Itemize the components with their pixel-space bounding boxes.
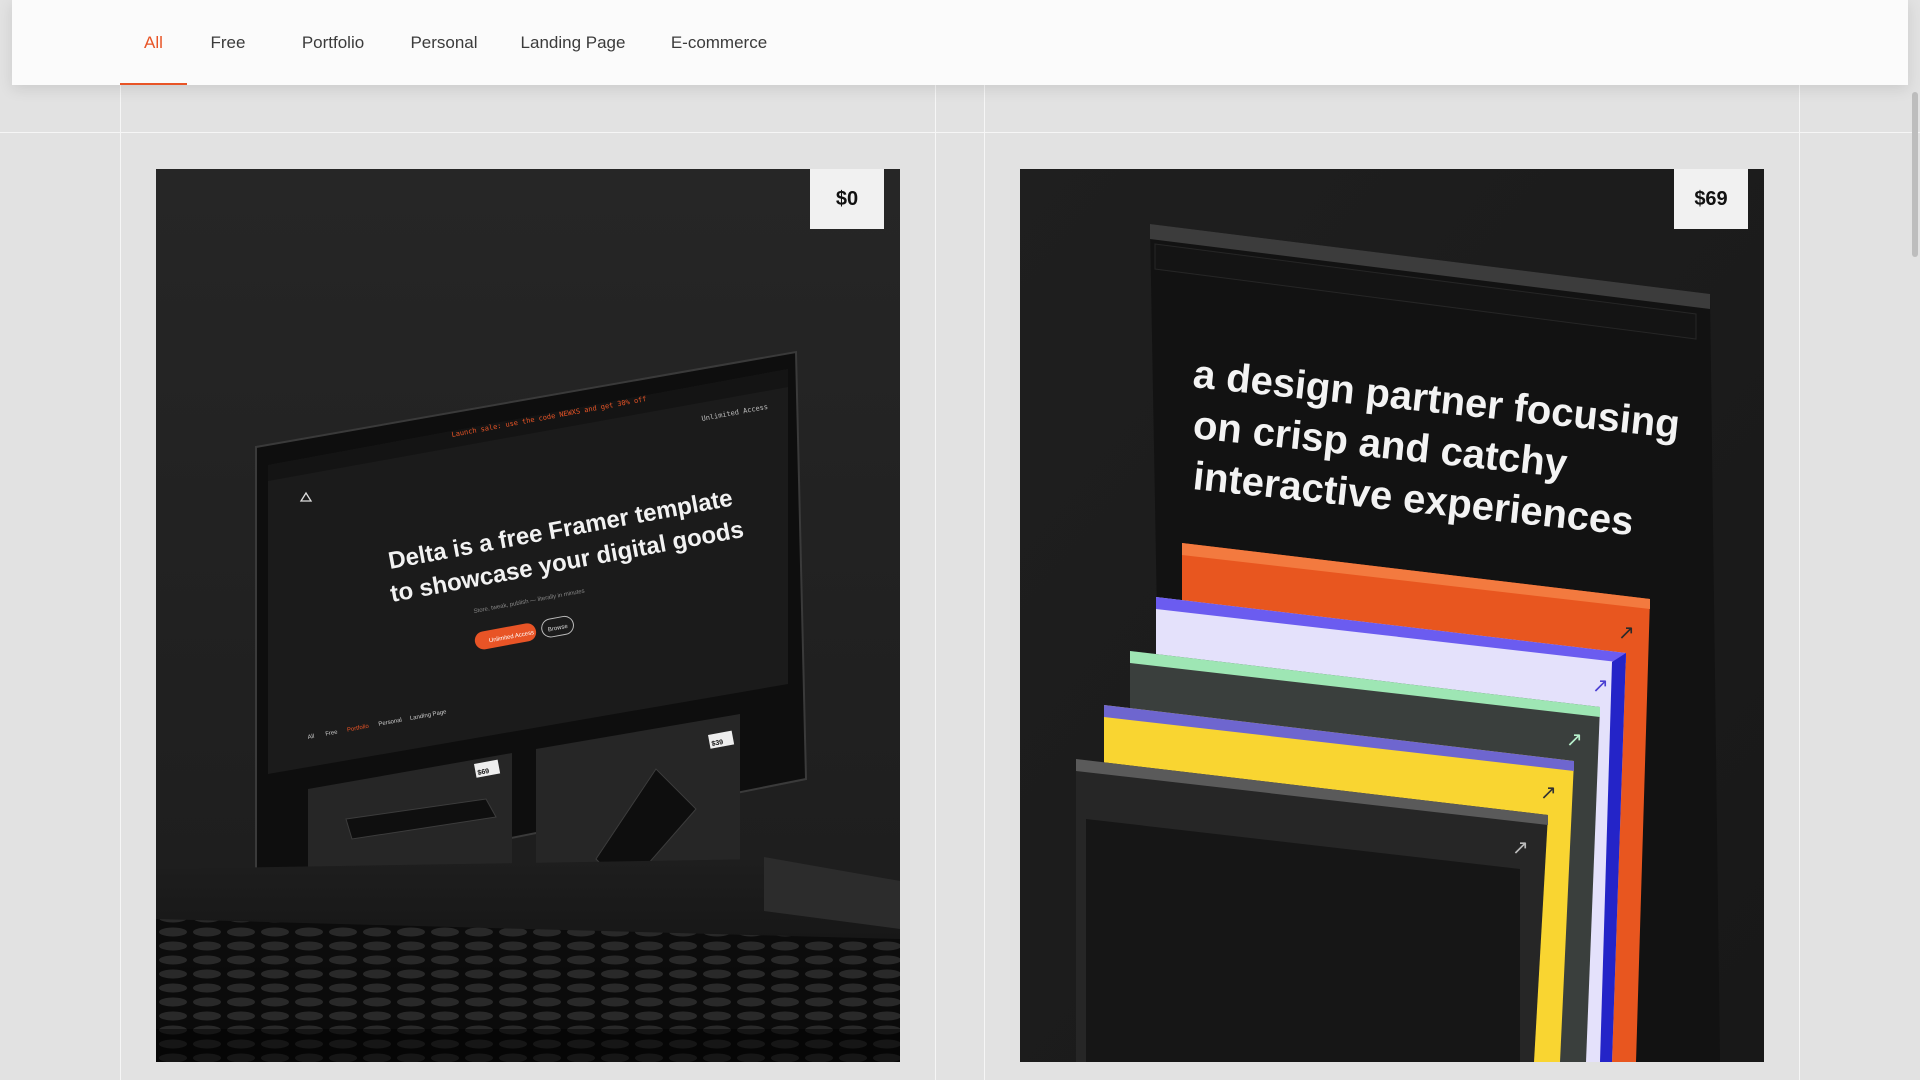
tab-personal[interactable]: Personal	[396, 0, 492, 85]
category-nav: All Free Portfolio Personal Landing Page…	[12, 0, 1908, 85]
tab-label: E-commerce	[670, 32, 768, 52]
preview-mini-tab: All	[307, 734, 315, 741]
grid-line	[984, 0, 985, 1080]
svg-text:↗: ↗	[1618, 622, 1635, 644]
template-preview-image: a design partner focusing on crisp and c…	[1020, 169, 1764, 1062]
svg-text:↗: ↗	[1512, 837, 1529, 859]
tab-label: Personal	[410, 32, 478, 52]
tab-label: Landing Page	[520, 32, 626, 52]
template-card-design-partner[interactable]: $69 a design partner focusing on crisp a…	[1020, 169, 1764, 1062]
tab-label: Portfolio	[301, 32, 365, 52]
template-card-delta[interactable]: $0 Launch sale: use the code NEWXS and g…	[156, 169, 900, 1062]
grid-line	[1799, 0, 1800, 1080]
svg-text:↗: ↗	[1592, 675, 1609, 697]
tab-free[interactable]: Free	[203, 0, 253, 85]
svg-text:↗: ↗	[1540, 782, 1557, 804]
tab-e-commerce[interactable]: E-commerce	[658, 0, 780, 85]
price-badge: $69	[1674, 169, 1748, 229]
grid-line	[120, 0, 121, 1080]
tab-label: All	[144, 32, 163, 52]
tab-all[interactable]: All	[120, 0, 187, 85]
tab-landing-page[interactable]: Landing Page	[511, 0, 635, 85]
scrollbar-thumb[interactable]	[1912, 92, 1918, 257]
grid-line	[935, 0, 936, 1080]
price-badge: $0	[810, 169, 884, 229]
svg-text:↗: ↗	[1566, 729, 1583, 751]
page-scrollbar[interactable]	[1908, 0, 1920, 1080]
template-preview-image: Launch sale: use the code NEWXS and get …	[156, 169, 900, 1062]
grid-line	[0, 132, 1920, 133]
tab-label: Free	[210, 32, 246, 52]
tab-portfolio[interactable]: Portfolio	[288, 0, 378, 85]
